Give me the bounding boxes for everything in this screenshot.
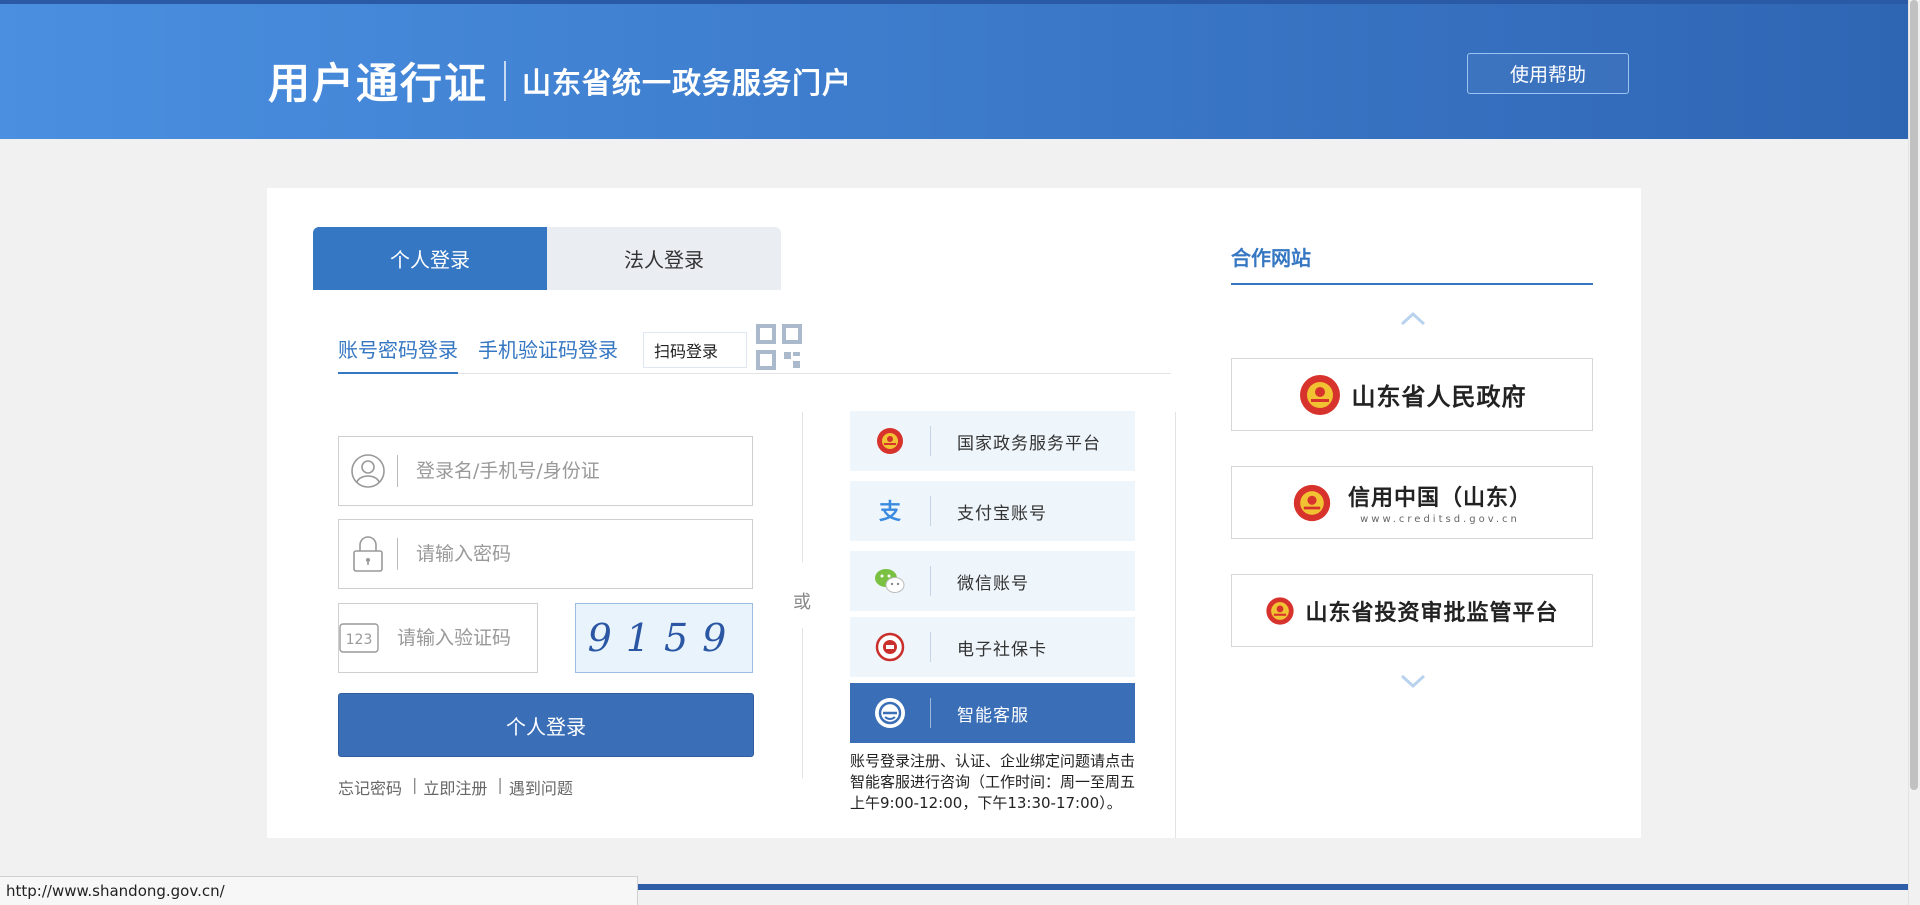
field-divider (397, 538, 398, 570)
forgot-password-link[interactable]: 忘记密码 (338, 775, 402, 799)
register-link[interactable]: 立即注册 (423, 775, 487, 799)
password-field[interactable] (338, 519, 753, 589)
alipay-icon: 支 (850, 498, 930, 524)
national-emblem-icon (1299, 374, 1340, 415)
password-input[interactable] (414, 524, 752, 584)
button-divider (930, 566, 931, 596)
or-divider-bottom (802, 628, 803, 778)
browser-status-bar: http://www.shandong.gov.cn/ (0, 876, 638, 905)
national-platform-label: 国家政务服务平台 (957, 433, 1101, 454)
tab-legal-login[interactable]: 法人登录 (547, 227, 781, 290)
lock-icon (339, 520, 397, 588)
chevron-up-icon[interactable] (1398, 308, 1428, 328)
social-security-label: 电子社保卡 (957, 639, 1047, 660)
number-code-icon: 123 (339, 604, 379, 672)
page-scrollbar-thumb[interactable] (1910, 0, 1918, 790)
social-security-card-login-button[interactable]: 电子社保卡 (850, 617, 1135, 677)
subtab-scan-login[interactable]: 扫码登录 (643, 332, 747, 368)
or-label: 或 (793, 592, 811, 613)
field-divider (397, 455, 398, 487)
partner-name: 山东省人民政府 (1351, 383, 1527, 411)
svg-text:支: 支 (879, 500, 902, 524)
login-card: 个人登录 法人登录 账号密码登录 手机验证码登录 扫码登录 登录名/手机号/身份… (267, 188, 1641, 838)
helper-links: 忘记密码 | 立即注册 | 遇到问题 (338, 775, 573, 799)
captcha-image[interactable]: 9159 (575, 603, 753, 673)
problem-link[interactable]: 遇到问题 (509, 775, 573, 799)
or-divider-top (802, 412, 803, 562)
partners-title-underline (1231, 283, 1593, 285)
partner-investment-platform[interactable]: 山东省投资审批监管平台 (1231, 574, 1593, 647)
captcha-text: 9159 (587, 616, 741, 660)
partner-url: www.creditsd.gov.cn (1360, 514, 1520, 525)
username-field[interactable] (338, 436, 753, 506)
section-divider (1175, 412, 1176, 838)
chevron-down-icon[interactable] (1398, 672, 1428, 692)
wechat-label: 微信账号 (957, 573, 1029, 594)
login-method-tabs: 账号密码登录 手机验证码登录 扫码登录 (338, 324, 1171, 374)
user-icon (339, 437, 397, 505)
partner-shandong-government[interactable]: 山东省人民政府 (1231, 358, 1593, 431)
national-emblem-icon (850, 426, 930, 456)
national-emblem-icon (1266, 596, 1295, 625)
partner-credit-china-shandong[interactable]: 信用中国（山东） www.creditsd.gov.cn (1231, 466, 1593, 539)
verification-code-field[interactable]: 123 (338, 603, 642, 673)
button-divider (930, 496, 931, 526)
brand-title: 用户通行证 (268, 59, 489, 108)
help-button[interactable]: 使用帮助 (1467, 53, 1629, 94)
brand-divider (504, 60, 507, 101)
link-separator: | (412, 775, 418, 794)
link-separator: | (497, 775, 503, 794)
brand-subtitle: 山东省统一政务服务门户 (522, 65, 853, 100)
button-divider (930, 698, 931, 728)
customer-service-note: 账号登录注册、认证、企业绑定问题请点击智能客服进行咨询（工作时间：周一至周五上午… (850, 752, 1136, 812)
wechat-icon (850, 566, 930, 596)
smart-customer-service-button[interactable]: 智能客服 (850, 683, 1135, 743)
button-divider (930, 426, 931, 456)
national-platform-login-button[interactable]: 国家政务服务平台 (850, 411, 1135, 471)
social-security-icon (850, 632, 930, 662)
subtab-sms-code[interactable]: 手机验证码登录 (478, 334, 618, 363)
partner-name: 信用中国（山东） (1347, 486, 1532, 511)
partner-name: 山东省投资审批监管平台 (1305, 600, 1559, 626)
partners-title: 合作网站 (1231, 246, 1311, 270)
tab-personal-login[interactable]: 个人登录 (313, 227, 547, 290)
customer-service-label: 智能客服 (957, 705, 1029, 726)
footer-bar (638, 884, 1908, 890)
qr-code-icon[interactable] (756, 324, 802, 370)
customer-service-icon (850, 696, 930, 730)
subtab-account-password[interactable]: 账号密码登录 (338, 334, 458, 374)
wechat-login-button[interactable]: 微信账号 (850, 551, 1135, 611)
national-emblem-icon (1293, 484, 1331, 521)
credit-china-text: 信用中国（山东） www.creditsd.gov.cn (1348, 480, 1532, 525)
header-banner: 用户通行证 山东省统一政务服务门户 使用帮助 (0, 0, 1908, 139)
button-divider (930, 632, 931, 662)
personal-login-button[interactable]: 个人登录 (338, 693, 754, 757)
alipay-label: 支付宝账号 (957, 503, 1047, 524)
svg-text:123: 123 (346, 632, 373, 648)
username-input[interactable] (414, 441, 752, 501)
alipay-login-button[interactable]: 支 支付宝账号 (850, 481, 1135, 541)
brand-logo: 用户通行证 山东省统一政务服务门户 (268, 50, 852, 111)
